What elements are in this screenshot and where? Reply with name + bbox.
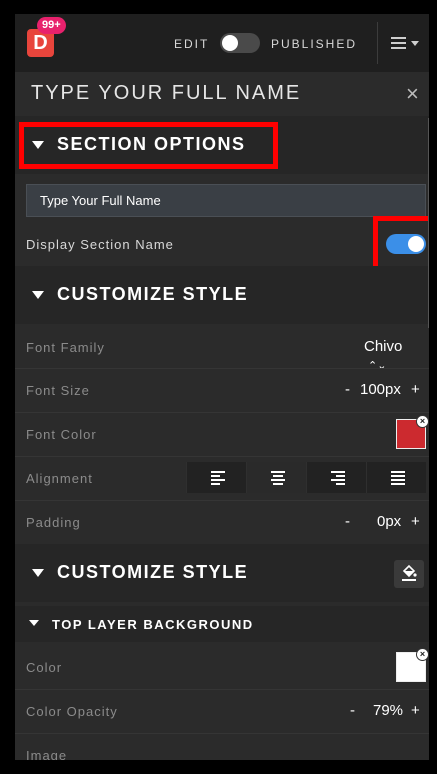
close-icon[interactable]: × xyxy=(406,81,419,107)
section-name-input[interactable] xyxy=(26,184,426,217)
customize-style-heading: CUSTOMIZE STYLE xyxy=(57,562,249,582)
highlight-box-section-options xyxy=(19,122,278,169)
triangle-down-icon xyxy=(29,620,39,626)
clear-x-icon[interactable]: × xyxy=(416,648,429,661)
clear-x-icon[interactable]: × xyxy=(416,415,429,428)
edit-published-toggle[interactable] xyxy=(220,33,260,53)
divider xyxy=(15,500,429,501)
opacity-increment[interactable]: + xyxy=(411,702,420,719)
triangle-down-icon xyxy=(32,569,44,577)
panel-title-bar: TYPE YOUR FULL NAME × xyxy=(15,72,429,116)
color-label: Color xyxy=(26,660,63,675)
align-right-icon xyxy=(331,471,345,487)
hamburger-icon xyxy=(391,37,406,52)
font-family-label: Font Family xyxy=(26,340,105,355)
panel-title: TYPE YOUR FULL NAME xyxy=(31,82,302,104)
padding-decrement[interactable]: - xyxy=(345,513,350,530)
divider xyxy=(15,412,429,413)
scrollbar[interactable] xyxy=(428,118,429,328)
align-right-button[interactable] xyxy=(306,462,366,493)
caret-down-icon xyxy=(411,41,419,46)
align-justify-button[interactable] xyxy=(366,462,426,493)
paint-bucket-icon xyxy=(402,564,417,581)
align-left-icon xyxy=(211,471,225,487)
divider xyxy=(377,22,378,64)
paint-bucket-button[interactable] xyxy=(394,560,424,588)
menu-button[interactable] xyxy=(387,34,425,54)
align-left-button[interactable] xyxy=(186,462,246,493)
alignment-label: Alignment xyxy=(26,471,93,486)
customize-style-heading: CUSTOMIZE STYLE xyxy=(57,284,249,304)
align-justify-icon xyxy=(391,471,405,487)
customize-style-header[interactable]: CUSTOMIZE STYLE xyxy=(15,266,429,324)
notification-badge: 99+ xyxy=(37,17,66,34)
triangle-down-icon xyxy=(32,291,44,299)
padding-label: Padding xyxy=(26,515,81,530)
align-center-icon xyxy=(271,471,285,487)
color-opacity-label: Color Opacity xyxy=(26,704,118,719)
align-center-button[interactable] xyxy=(246,462,306,493)
toggle-knob xyxy=(222,35,238,51)
select-arrows-icon: ⌃⌄ xyxy=(368,360,387,372)
font-size-increment[interactable]: + xyxy=(411,381,420,398)
image-label: Image xyxy=(26,748,68,760)
font-size-value: 100px xyxy=(360,381,401,398)
divider xyxy=(15,733,429,734)
padding-increment[interactable]: + xyxy=(411,513,420,530)
display-section-name-label: Display Section Name xyxy=(26,237,174,252)
alignment-buttons xyxy=(186,462,426,493)
top-bar: D 99+ EDIT PUBLISHED xyxy=(15,14,429,72)
divider xyxy=(15,368,429,369)
published-label: PUBLISHED xyxy=(271,37,358,51)
top-layer-background-heading: TOP LAYER BACKGROUND xyxy=(52,617,254,632)
editor-panel: D 99+ EDIT PUBLISHED TYPE YOUR FULL NAME… xyxy=(15,14,429,760)
divider xyxy=(15,689,429,690)
padding-value: 0px xyxy=(377,513,402,530)
font-size-decrement[interactable]: - xyxy=(345,381,350,398)
font-size-label: Font Size xyxy=(26,383,90,398)
font-family-value: Chivo xyxy=(364,338,403,355)
opacity-value: 79% xyxy=(373,702,404,719)
top-layer-background-header[interactable]: TOP LAYER BACKGROUND xyxy=(15,606,429,642)
divider xyxy=(15,456,429,457)
font-color-label: Font Color xyxy=(26,427,97,442)
opacity-decrement[interactable]: - xyxy=(350,702,355,719)
customize-style-background-header[interactable]: CUSTOMIZE STYLE xyxy=(15,544,429,602)
edit-label: EDIT xyxy=(174,37,210,51)
